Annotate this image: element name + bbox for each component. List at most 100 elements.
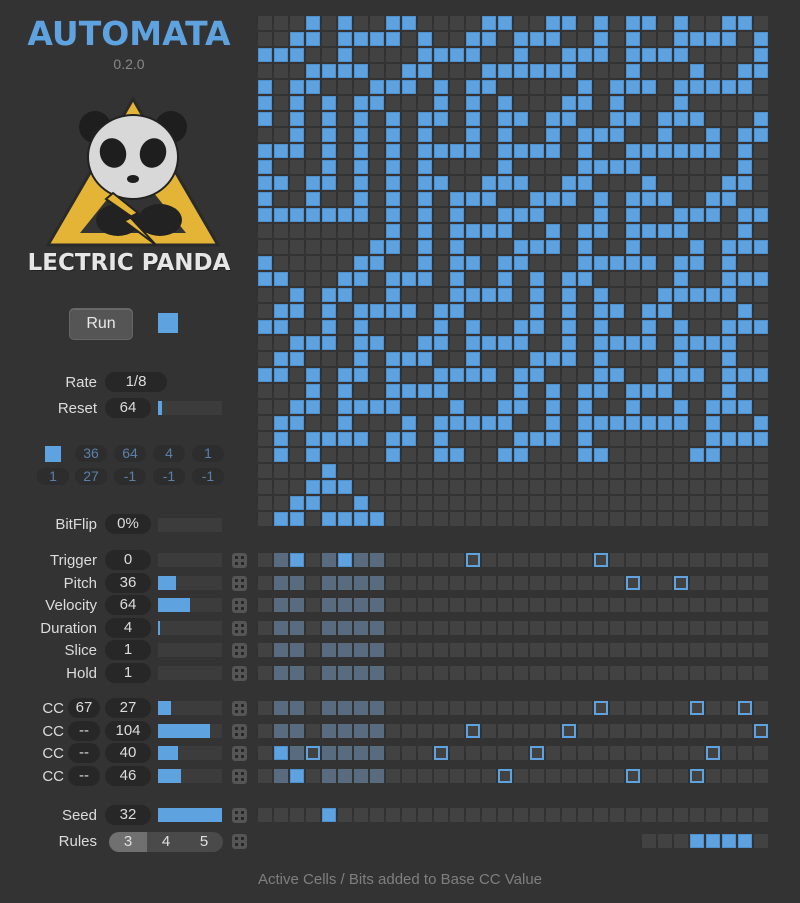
seed-lane-cell[interactable]	[354, 808, 368, 822]
cc3-lane-cell[interactable]	[626, 746, 640, 761]
grid-cell[interactable]	[386, 512, 400, 526]
grid-cell[interactable]	[418, 208, 432, 222]
grid-cell[interactable]	[626, 320, 640, 334]
grid-cell[interactable]	[354, 448, 368, 462]
cc1-lane-cell[interactable]	[498, 701, 512, 715]
slice-lane-cell[interactable]	[434, 643, 448, 658]
grid-cell[interactable]	[354, 352, 368, 366]
grid-cell[interactable]	[658, 496, 672, 510]
grid-cell[interactable]	[434, 32, 448, 46]
grid-cell[interactable]	[274, 208, 288, 222]
grid-cell[interactable]	[674, 144, 688, 158]
grid-cell[interactable]	[754, 112, 768, 126]
grid-cell[interactable]	[562, 416, 576, 430]
grid-cell[interactable]	[434, 384, 448, 398]
pitch-lane-cell[interactable]	[706, 575, 720, 590]
grid-cell[interactable]	[274, 128, 288, 142]
grid-cell[interactable]	[626, 432, 640, 446]
grid-cell[interactable]	[370, 320, 384, 334]
grid-cell[interactable]	[578, 304, 592, 318]
grid-cell[interactable]	[418, 368, 432, 382]
grid-cell[interactable]	[738, 176, 752, 190]
grid-cell[interactable]	[338, 128, 352, 142]
grid-cell[interactable]	[418, 240, 432, 254]
grid-cell[interactable]	[322, 224, 336, 238]
duration-lane-cell[interactable]	[610, 620, 624, 635]
duration-lane-cell[interactable]	[706, 620, 720, 635]
slice-lane-cell[interactable]	[690, 643, 704, 658]
cc3-lane-cell[interactable]	[306, 746, 320, 761]
pitch-lane-cell[interactable]	[578, 575, 592, 590]
grid-cell[interactable]	[322, 16, 336, 30]
grid-cell[interactable]	[386, 96, 400, 110]
grid-cell[interactable]	[450, 384, 464, 398]
grid-cell[interactable]	[370, 480, 384, 494]
cc4-lane-cell[interactable]	[594, 768, 608, 783]
grid-cell[interactable]	[722, 320, 736, 334]
trigger-lane-cell[interactable]	[306, 553, 320, 567]
cc4-lane-cell[interactable]	[338, 768, 352, 783]
grid-cell[interactable]	[738, 224, 752, 238]
grid-cell[interactable]	[306, 480, 320, 494]
grid-cell[interactable]	[562, 128, 576, 142]
grid-cell[interactable]	[626, 80, 640, 94]
pitch-lane-cell[interactable]	[386, 575, 400, 590]
grid-cell[interactable]	[674, 176, 688, 190]
grid-cell[interactable]	[434, 512, 448, 526]
grid-cell[interactable]	[482, 112, 496, 126]
grid-cell[interactable]	[610, 320, 624, 334]
grid-cell[interactable]	[546, 272, 560, 286]
hold-lane-cell[interactable]	[274, 666, 288, 680]
grid-cell[interactable]	[290, 128, 304, 142]
grid-cell[interactable]	[498, 288, 512, 302]
grid-cell[interactable]	[562, 272, 576, 286]
velocity-lane-cell[interactable]	[450, 598, 464, 613]
grid-cell[interactable]	[642, 224, 656, 238]
grid-cell[interactable]	[546, 112, 560, 126]
trigger-value[interactable]: 0	[105, 550, 151, 570]
hold-lane-cell[interactable]	[322, 666, 336, 680]
grid-cell[interactable]	[674, 128, 688, 142]
grid-cell[interactable]	[690, 416, 704, 430]
grid-cell[interactable]	[290, 96, 304, 110]
cc4-slider[interactable]	[158, 768, 222, 783]
grid-cell[interactable]	[530, 304, 544, 318]
pitch-lane-cell[interactable]	[450, 575, 464, 590]
grid-cell[interactable]	[738, 32, 752, 46]
grid-cell[interactable]	[722, 96, 736, 110]
grid-cell[interactable]	[514, 112, 528, 126]
grid-cell[interactable]	[658, 384, 672, 398]
grid-cell[interactable]	[674, 32, 688, 46]
grid-cell[interactable]	[274, 288, 288, 302]
grid-cell[interactable]	[386, 384, 400, 398]
grid-cell[interactable]	[402, 256, 416, 270]
grid-cell[interactable]	[594, 496, 608, 510]
grid-cell[interactable]	[514, 512, 528, 526]
grid-cell[interactable]	[370, 272, 384, 286]
grid-cell[interactable]	[754, 128, 768, 142]
grid-cell[interactable]	[562, 304, 576, 318]
seed-lane-cell[interactable]	[530, 808, 544, 822]
grid-cell[interactable]	[386, 224, 400, 238]
grid-cell[interactable]	[370, 336, 384, 350]
grid-cell[interactable]	[658, 512, 672, 526]
grid-cell[interactable]	[642, 96, 656, 110]
grid-cell[interactable]	[386, 112, 400, 126]
grid-cell[interactable]	[466, 224, 480, 238]
seed-lane-cell[interactable]	[498, 808, 512, 822]
grid-cell[interactable]	[706, 352, 720, 366]
grid-cell[interactable]	[322, 112, 336, 126]
grid-cell[interactable]	[306, 432, 320, 446]
grid-cell[interactable]	[738, 256, 752, 270]
grid-cell[interactable]	[690, 240, 704, 254]
grid-cell[interactable]	[338, 32, 352, 46]
grid-cell[interactable]	[578, 160, 592, 174]
grid-cell[interactable]	[402, 80, 416, 94]
grid-cell[interactable]	[594, 336, 608, 350]
grid-cell[interactable]	[386, 208, 400, 222]
grid-cell[interactable]	[754, 32, 768, 46]
grid-cell[interactable]	[322, 176, 336, 190]
grid-cell[interactable]	[482, 464, 496, 478]
grid-cell[interactable]	[578, 448, 592, 462]
grid-cell[interactable]	[290, 160, 304, 174]
